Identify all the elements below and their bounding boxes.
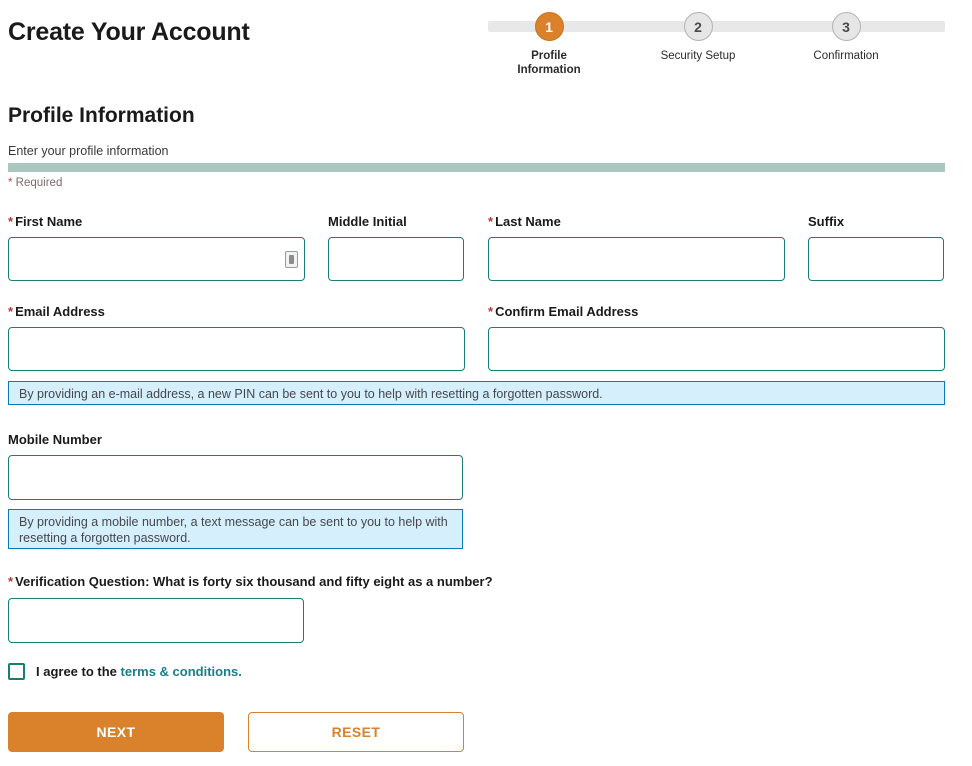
autofill-icon-glyph bbox=[289, 255, 294, 264]
email-required-asterisk: * bbox=[8, 304, 14, 319]
step-2-label: Security Setup bbox=[660, 50, 736, 62]
step-1-label: Profile Information bbox=[489, 49, 609, 77]
terms-agreement-label: I agree to the terms & conditions. bbox=[36, 664, 242, 679]
verification-required-asterisk: * bbox=[8, 574, 14, 589]
mobile-hint-box: By providing a mobile number, a text mes… bbox=[8, 509, 463, 549]
autofill-icon[interactable] bbox=[285, 251, 298, 268]
confirm-email-label-text: Confirm Email Address bbox=[495, 304, 639, 319]
step-1-circle: 1 bbox=[534, 12, 564, 41]
step-2-security-setup[interactable]: 2 Security Setup bbox=[638, 8, 758, 63]
verification-question-label: * Verification Question: What is forty si… bbox=[8, 574, 493, 589]
terms-agreement-text: I agree to the bbox=[36, 664, 121, 679]
email-label-text: Email Address bbox=[15, 304, 105, 319]
step-3-circle: 3 bbox=[831, 12, 861, 41]
middle-initial-input[interactable] bbox=[328, 237, 464, 281]
middle-initial-label: Middle Initial bbox=[328, 214, 407, 229]
last-name-label-text: Last Name bbox=[495, 214, 561, 229]
verification-question-text: Verification Question: What is forty six… bbox=[15, 574, 493, 589]
suffix-input[interactable] bbox=[808, 237, 944, 281]
step-2-circle: 2 bbox=[683, 12, 713, 41]
email-hint-box: By providing an e-mail address, a new PI… bbox=[8, 381, 945, 405]
next-button[interactable]: NEXT bbox=[8, 712, 224, 752]
first-name-input[interactable] bbox=[8, 237, 305, 281]
required-asterisk: * bbox=[8, 177, 13, 189]
step-3-confirmation[interactable]: 3 Confirmation bbox=[786, 8, 906, 63]
reset-button[interactable]: RESET bbox=[248, 712, 464, 752]
step-1-label-line2: Information bbox=[517, 64, 581, 76]
confirm-email-required-asterisk: * bbox=[488, 304, 494, 319]
mobile-number-input[interactable] bbox=[8, 455, 463, 500]
suffix-label: Suffix bbox=[808, 214, 845, 229]
page-title: Create Your Account bbox=[8, 18, 250, 46]
last-name-label: * Last Name bbox=[488, 214, 561, 229]
step-1-label-line1: Profile bbox=[531, 50, 567, 62]
email-input[interactable] bbox=[8, 327, 465, 371]
verification-answer-input[interactable] bbox=[8, 598, 304, 643]
section-subtitle: Enter your profile information bbox=[8, 144, 169, 158]
last-name-required-asterisk: * bbox=[488, 214, 494, 229]
section-title: Profile Information bbox=[8, 104, 195, 127]
section-divider bbox=[8, 163, 945, 172]
create-account-page: Create Your Account 1 Profile Information… bbox=[0, 0, 972, 766]
terms-conditions-link[interactable]: terms & conditions. bbox=[121, 664, 242, 679]
first-name-label-text: First Name bbox=[15, 214, 83, 229]
step-3-label: Confirmation bbox=[813, 50, 879, 62]
progress-stepper: 1 Profile Information 2 Security Setup 3 … bbox=[488, 8, 945, 82]
first-name-label: * First Name bbox=[8, 214, 82, 229]
terms-agreement-checkbox[interactable] bbox=[8, 663, 25, 680]
step-1-profile-information[interactable]: 1 Profile Information bbox=[489, 8, 609, 77]
mobile-number-label: Mobile Number bbox=[8, 432, 102, 447]
email-label: * Email Address bbox=[8, 304, 105, 319]
first-name-required-asterisk: * bbox=[8, 214, 14, 229]
confirm-email-label: * Confirm Email Address bbox=[488, 304, 638, 319]
terms-agreement-row: I agree to the terms & conditions. bbox=[8, 663, 242, 680]
last-name-input[interactable] bbox=[488, 237, 785, 281]
confirm-email-input[interactable] bbox=[488, 327, 945, 371]
required-note: * Required bbox=[8, 177, 63, 189]
